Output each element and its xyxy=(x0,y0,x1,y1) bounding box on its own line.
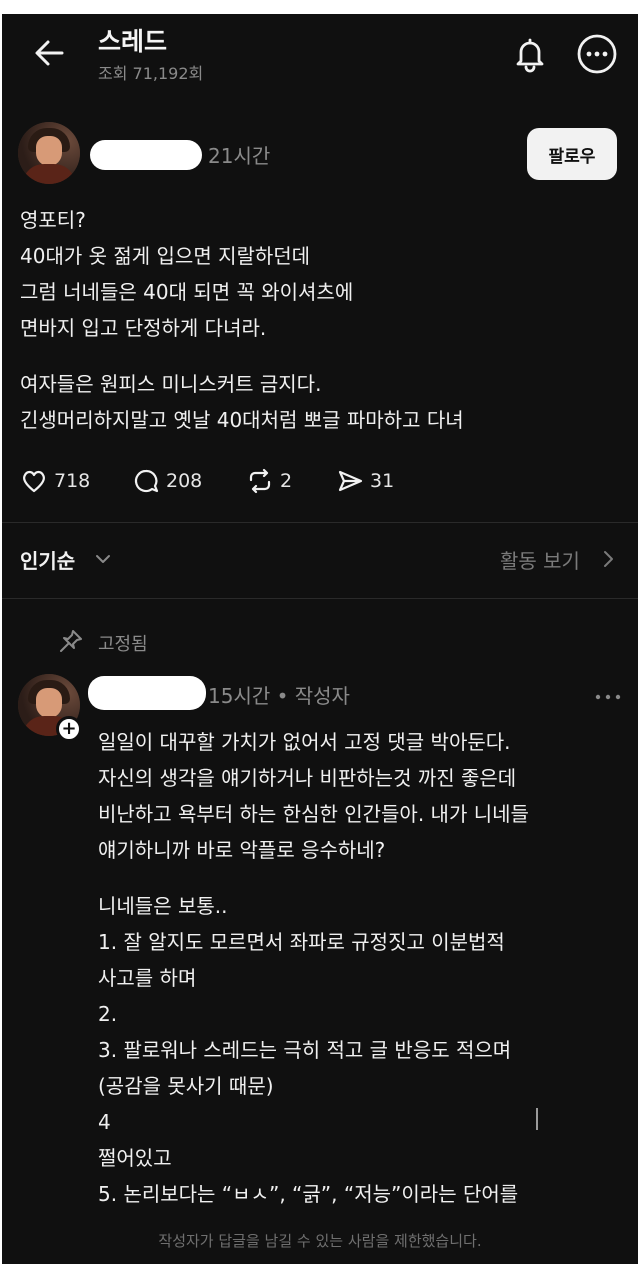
share-button[interactable]: 31 xyxy=(336,466,394,496)
heart-icon xyxy=(23,470,45,493)
comment-more-icon[interactable] xyxy=(594,692,622,702)
comment-button[interactable]: 208 xyxy=(132,466,202,496)
comment-paragraph-1: 일일이 대꾸할 가치가 없어서 고정 댓글 박아둔다. 자신의 생각을 얘기하거… xyxy=(98,724,618,868)
comment-icon xyxy=(134,469,159,493)
like-button[interactable]: 718 xyxy=(20,466,90,496)
comment-line: 비난하고 욕부터 하는 한심한 인간들아. 내가 니네들 xyxy=(98,802,529,826)
post-paragraph-2: 여자들은 원피스 미니스커트 금지다. 긴생머리하지말고 옛날 40대처럼 뽀글… xyxy=(20,366,620,438)
redacted-username xyxy=(88,676,206,710)
pin-icon xyxy=(60,630,82,652)
like-count: 718 xyxy=(54,470,91,492)
repost-icon xyxy=(249,468,271,494)
post-paragraph-1: 영포티? 40대가 옷 젊게 입으면 지랄하던데 그럼 너네들은 40대 되면 … xyxy=(20,202,620,346)
comment-paragraph-2: 니네들은 보통.. 1. 잘 알지도 모르면서 좌파로 규정짓고 이분법적 사고… xyxy=(98,888,618,1212)
comment-line: 5. 논리보다는 “ㅂㅅ”, “긁”, “저능”이라는 단어를 xyxy=(98,1182,519,1206)
pinned-label: 고정됨 xyxy=(98,634,148,655)
follow-button[interactable]: 팔로우 xyxy=(527,128,617,180)
comment-line: 사고를 하며 xyxy=(98,966,197,990)
post-line: 영포티? xyxy=(20,208,86,232)
comment-line: 자신의 생각을 얘기하거나 비판하는것 까진 좋은데 xyxy=(98,766,517,790)
comment-line: 얘기하니까 바로 악플로 응수하네? xyxy=(98,838,386,862)
divider xyxy=(2,522,638,523)
comment-line: 일일이 대꾸할 가치가 없어서 고정 댓글 박아둔다. xyxy=(98,730,511,754)
chevron-down-icon[interactable] xyxy=(94,550,112,568)
page-title: 스레드 xyxy=(98,27,168,56)
comment-line: (공감을 못사기 때문) xyxy=(98,1074,274,1098)
text-cursor xyxy=(536,1108,538,1130)
comment-line: 1. 잘 알지도 모르면서 좌파로 규정짓고 이분법적 xyxy=(98,930,505,954)
comment-line: 4 xyxy=(98,1110,111,1134)
post-author-avatar[interactable] xyxy=(18,122,80,184)
comment-line: 니네들은 보통.. xyxy=(98,894,228,918)
header: 스레드 조회 71,192회 xyxy=(2,14,638,104)
thread-screen: 스레드 조회 71,192회 21시간 팔로우 영포티? 40대가 옷 젊게 입… xyxy=(2,14,638,1264)
back-arrow-icon[interactable] xyxy=(32,36,66,70)
redacted-username xyxy=(90,140,202,170)
follow-plus-icon[interactable]: + xyxy=(56,716,82,742)
chevron-right-icon[interactable] xyxy=(600,549,616,569)
view-activity-link[interactable]: 활동 보기 xyxy=(500,545,580,574)
comment-time: 15시간 • 작성자 xyxy=(208,684,350,708)
divider xyxy=(2,598,638,599)
sort-selector[interactable]: 인기순 xyxy=(20,545,75,574)
send-icon xyxy=(338,470,363,492)
more-options-icon[interactable] xyxy=(576,33,618,75)
post-line: 40대가 옷 젊게 입으면 지랄하던데 xyxy=(20,244,311,268)
comment-line: 3. 팔로워나 스레드는 극히 적고 글 반응도 적으며 xyxy=(98,1038,512,1062)
comment-line: 2. xyxy=(98,1002,118,1026)
share-count: 31 xyxy=(370,470,395,492)
repost-button[interactable]: 2 xyxy=(246,466,292,496)
post-line: 면바지 입고 단정하게 다녀라. xyxy=(20,316,267,340)
repost-count: 2 xyxy=(280,470,293,492)
post-time: 21시간 xyxy=(208,144,271,168)
comment-line: 쩔어있고 xyxy=(98,1146,172,1170)
post-line: 여자들은 원피스 미니스커트 금지다. xyxy=(20,372,322,396)
post-line: 그럼 너네들은 40대 되면 꼭 와이셔츠에 xyxy=(20,280,354,304)
view-count: 조회 71,192회 xyxy=(98,64,204,83)
reply-restriction-notice: 작성자가 답글을 남길 수 있는 사람을 제한했습니다. xyxy=(158,1232,482,1250)
post-line: 긴생머리하지말고 옛날 40대처럼 뽀글 파마하고 다녀 xyxy=(20,408,464,432)
comment-count: 208 xyxy=(166,470,203,492)
bell-icon[interactable] xyxy=(510,34,550,74)
